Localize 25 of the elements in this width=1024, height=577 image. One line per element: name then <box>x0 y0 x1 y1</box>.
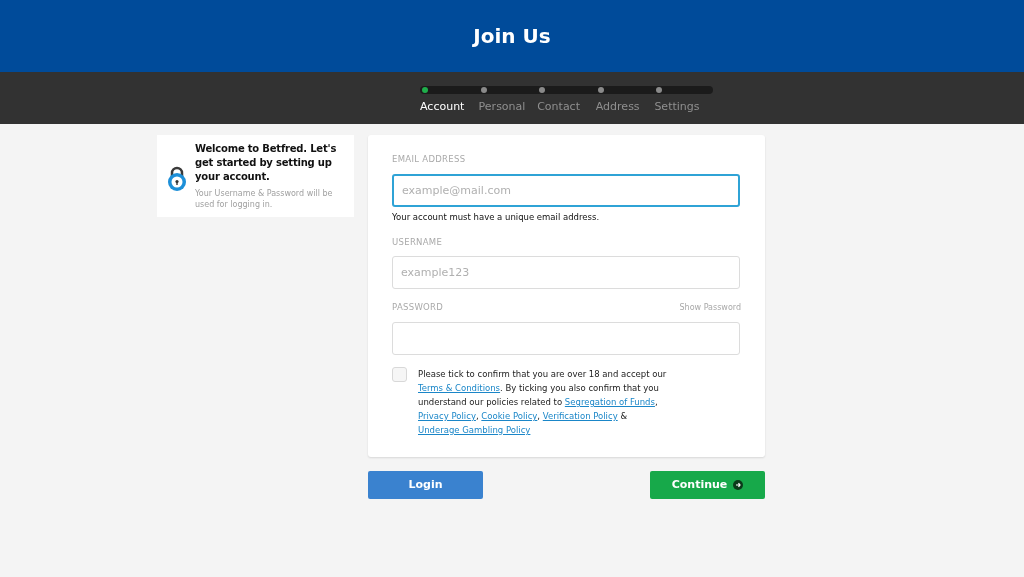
step-tab[interactable]: Address <box>595 99 640 116</box>
padlock-icon <box>167 165 187 191</box>
policy-link[interactable]: Privacy Policy <box>418 411 476 421</box>
policy-link[interactable]: Segregation of Funds <box>564 397 655 407</box>
continue-button[interactable]: Continue <box>650 471 765 499</box>
step-tab[interactable]: Account <box>420 99 465 116</box>
login-button[interactable]: Login <box>368 471 483 499</box>
policy-link[interactable]: Cookie Policy <box>481 411 538 421</box>
page-title: Join Us <box>473 23 551 50</box>
field-hint: Your account must have a unique email address. <box>392 210 601 224</box>
consent-checkbox[interactable] <box>392 367 407 382</box>
arrow-right-icon <box>733 480 744 490</box>
step-tab[interactable]: Settings <box>654 99 700 116</box>
step-tab[interactable]: Personal <box>478 99 526 116</box>
field-label: EMAIL ADDRESS <box>392 153 466 166</box>
consent-text: Please tick to confirm that you are over 18 and accept our Terms & Conditions. By ticking you also confirm that you understand our policies related to Segregation of Funds, Privacy Policy, Cookie Policy, Verification Policy & Underage Gambling Policy <box>418 368 668 437</box>
welcome-subtitle: Your Username & Password will be used for logging in. <box>195 188 334 210</box>
show-password-link[interactable]: Show Password <box>679 302 741 314</box>
text-field[interactable]: example@mail.com <box>392 173 740 207</box>
policy-link[interactable]: Verification Policy <box>542 411 618 421</box>
policy-link[interactable]: Underage Gambling Policy <box>418 425 531 435</box>
field-label: PASSWORD <box>392 301 444 314</box>
step-tab[interactable]: Contact <box>537 99 580 116</box>
welcome-heading: Welcome to Betfred. Let's get started by setting up your account. <box>195 142 338 184</box>
field-label: USERNAME <box>392 235 443 249</box>
